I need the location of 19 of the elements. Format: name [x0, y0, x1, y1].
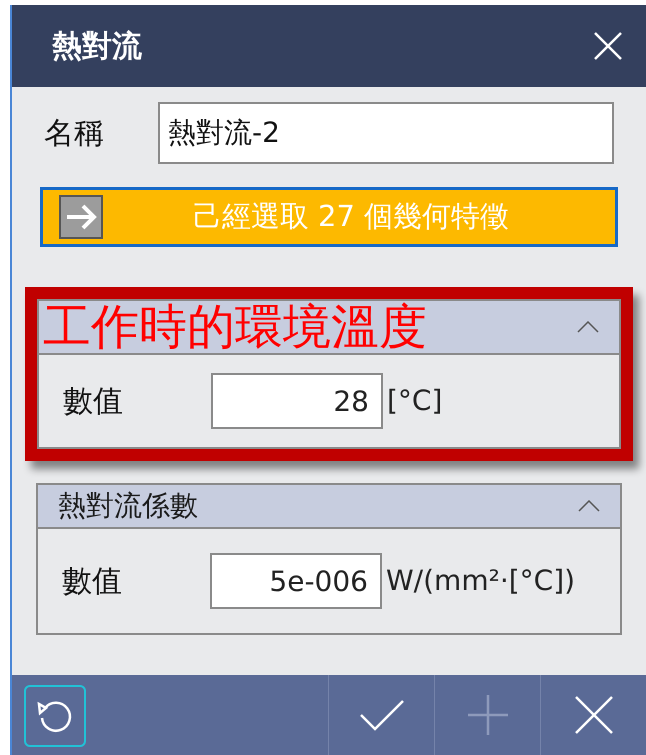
value-field[interactable]: 28: [211, 373, 383, 429]
section-title: 熱對流係數: [58, 488, 198, 524]
unit-label: W/(mm²·[°C]): [386, 563, 576, 599]
reset-button[interactable]: [24, 685, 86, 747]
unit-label: [°C]: [387, 383, 442, 419]
close-icon: [594, 32, 622, 60]
name-label: 名稱: [44, 114, 105, 152]
value-field[interactable]: 5e-006: [210, 553, 382, 609]
plus-icon: [466, 693, 510, 737]
window-title: 熱對流: [52, 28, 142, 66]
annotation-text: 工作時的環境溫度: [43, 301, 427, 353]
chevron-up-icon: [577, 321, 599, 333]
value-label: 數值: [63, 382, 124, 420]
section-header[interactable]: 熱對流係數: [38, 485, 620, 529]
chevron-up-icon: [578, 500, 600, 512]
close-icon: [574, 695, 614, 735]
value-label: 數值: [62, 562, 123, 600]
name-field[interactable]: 熱對流-2: [158, 102, 614, 164]
arrow-right-icon: [59, 195, 103, 239]
